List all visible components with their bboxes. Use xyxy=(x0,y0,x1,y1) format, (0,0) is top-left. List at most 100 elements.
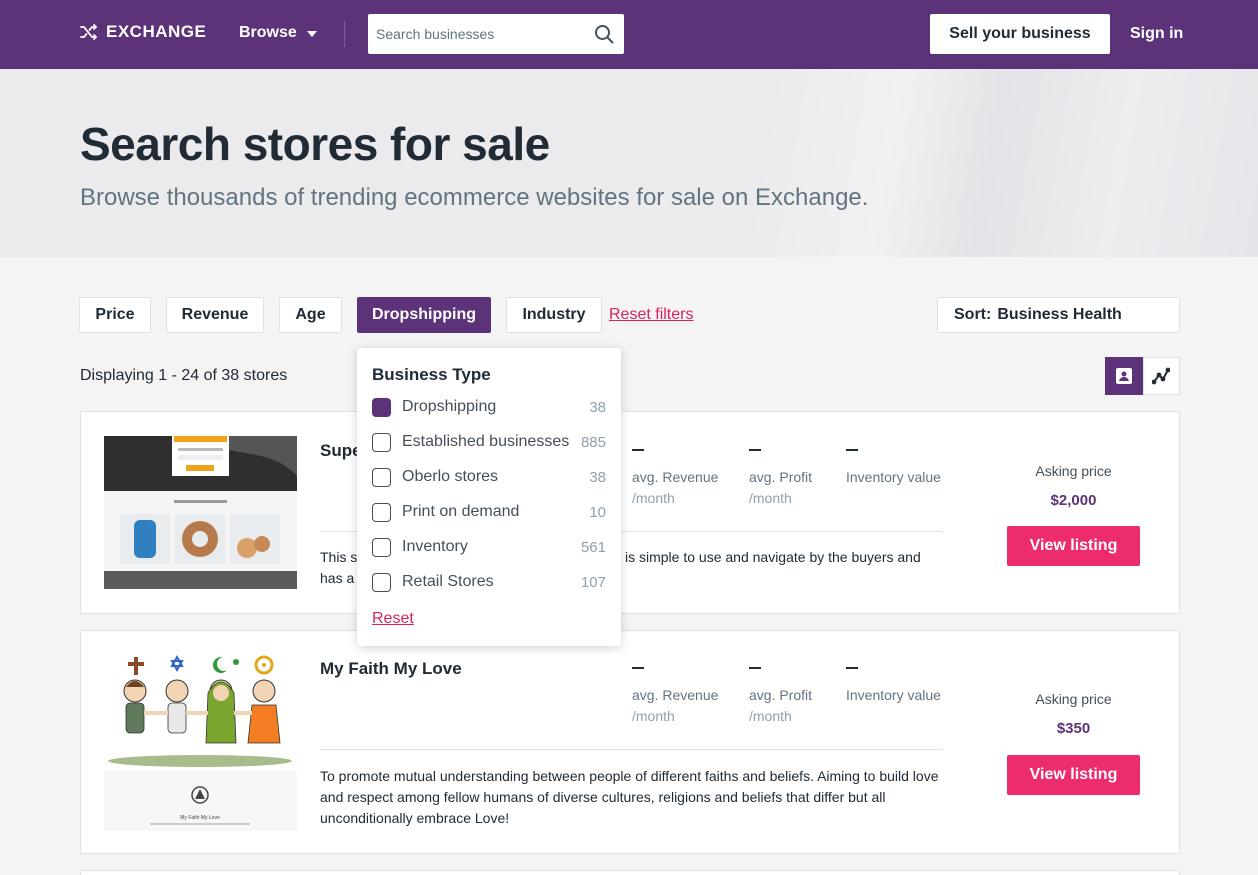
chart-view-button[interactable] xyxy=(1142,357,1180,395)
profit-stat: avg. Profit /month xyxy=(749,449,812,509)
filter-revenue-button[interactable]: Revenue xyxy=(166,297,264,333)
checkbox-checked[interactable] xyxy=(372,397,391,417)
search-icon[interactable] xyxy=(594,24,614,44)
sort-label: Sort: xyxy=(954,306,992,323)
sign-in-link[interactable]: Sign in xyxy=(1130,25,1183,43)
sort-value: Business Health xyxy=(997,306,1122,323)
asking-price-label: Asking price xyxy=(1035,463,1112,479)
filter-industry-button[interactable]: Industry xyxy=(506,297,602,333)
sell-your-business-button[interactable]: Sell your business xyxy=(930,14,1110,54)
nav-divider xyxy=(344,21,345,47)
view-listing-button[interactable]: View listing xyxy=(1007,755,1140,795)
option-count: 561 xyxy=(580,538,606,556)
checkbox[interactable] xyxy=(372,537,391,557)
checkbox[interactable] xyxy=(372,467,391,487)
reset-filters-link[interactable]: Reset filters xyxy=(609,306,693,324)
view-listing-button[interactable]: View listing xyxy=(1007,526,1140,566)
sort-select[interactable]: Sort: Business Health xyxy=(937,297,1180,333)
profit-sub: /month xyxy=(749,708,792,724)
inventory-stat: Inventory value xyxy=(846,667,941,706)
profit-label: avg. Profit xyxy=(749,687,813,703)
checkbox[interactable] xyxy=(372,432,391,452)
faith-illustration-image: My Faith My Love xyxy=(104,653,297,831)
inventory-label: Inventory value xyxy=(846,687,941,703)
page-subtitle: Browse thousands of trending ecommerce w… xyxy=(80,184,869,211)
card-divider xyxy=(320,749,943,750)
option-count: 38 xyxy=(589,398,606,416)
checkbox[interactable] xyxy=(372,502,391,522)
dash-icon xyxy=(632,667,644,669)
store-screenshot-image xyxy=(104,436,297,589)
browse-label: Browse xyxy=(239,24,297,41)
inventory-label: Inventory value xyxy=(846,469,941,485)
option-label: Retail Stores xyxy=(402,573,494,590)
dash-icon xyxy=(749,449,761,451)
revenue-sub: /month xyxy=(632,490,675,506)
dash-icon xyxy=(846,449,858,451)
search-input[interactable] xyxy=(368,14,588,54)
listing-card xyxy=(80,870,1180,875)
revenue-stat: avg. Revenue /month xyxy=(632,667,718,727)
filter-age-button[interactable]: Age xyxy=(279,297,342,333)
listing-title[interactable]: Supe xyxy=(320,441,362,461)
caret-down-icon xyxy=(306,31,317,37)
filter-dropshipping-button[interactable]: Dropshipping xyxy=(357,297,491,333)
option-print-on-demand[interactable]: Print on demand 10 xyxy=(372,501,606,523)
desc-fragment: This s xyxy=(320,549,358,565)
inventory-stat: Inventory value xyxy=(846,449,941,488)
page-title: Search stores for sale xyxy=(80,118,550,170)
listing-card: My Faith My Love My Faith My Love avg. R… xyxy=(80,630,1180,854)
thumbnail-caption: My Faith My Love xyxy=(180,815,220,821)
desc-fragment: is simple to use and navigate by the buy… xyxy=(625,549,921,565)
dash-icon xyxy=(749,667,761,669)
option-count: 885 xyxy=(580,433,606,451)
option-dropshipping[interactable]: Dropshipping 38 xyxy=(372,396,606,418)
logo-text: EXCHANGE xyxy=(106,22,207,41)
option-label: Inventory xyxy=(402,538,468,555)
dash-icon xyxy=(632,449,644,451)
hero-banner: Search stores for sale Browse thousands … xyxy=(0,69,1258,257)
option-label: Established businesses xyxy=(402,433,570,450)
listing-card: Supe avg. Revenue /month avg. Profit /mo… xyxy=(80,411,1180,614)
profit-label: avg. Profit xyxy=(749,469,813,485)
listing-thumbnail[interactable] xyxy=(104,436,297,589)
listing-title[interactable]: My Faith My Love xyxy=(320,659,462,679)
option-count: 38 xyxy=(589,468,606,486)
asking-price-value: $350 xyxy=(1056,720,1091,737)
exchange-logo[interactable]: EXCHANGE xyxy=(80,22,206,42)
option-established-businesses[interactable]: Established businesses 885 xyxy=(372,431,606,453)
option-label: Dropshipping xyxy=(402,398,497,415)
checkbox[interactable] xyxy=(372,572,391,592)
revenue-label: avg. Revenue xyxy=(632,687,719,703)
asking-price-label: Asking price xyxy=(1035,691,1112,707)
option-count: 107 xyxy=(580,573,606,591)
business-type-dropdown: Business Type Dropshipping 38 Establishe… xyxy=(357,348,621,646)
revenue-label: avg. Revenue xyxy=(632,469,719,485)
listing-description: To promote mutual understanding between … xyxy=(320,768,939,826)
option-inventory[interactable]: Inventory 561 xyxy=(372,536,606,558)
image-icon xyxy=(1115,368,1132,384)
profit-stat: avg. Profit /month xyxy=(749,667,812,727)
trend-line-icon xyxy=(1152,367,1171,385)
revenue-stat: avg. Revenue /month xyxy=(632,449,718,509)
option-retail-stores[interactable]: Retail Stores 107 xyxy=(372,571,606,593)
option-count: 10 xyxy=(589,503,606,521)
revenue-sub: /month xyxy=(632,708,675,724)
view-toggle xyxy=(1105,357,1180,395)
asking-price-value: $2,000 xyxy=(1050,492,1097,509)
listing-thumbnail[interactable]: My Faith My Love xyxy=(104,653,297,831)
top-nav-bar: EXCHANGE Browse Sell your business Sign … xyxy=(0,0,1258,69)
option-label: Print on demand xyxy=(402,503,520,520)
desc-fragment: has a xyxy=(320,570,355,586)
shuffle-icon xyxy=(80,24,97,40)
browse-menu[interactable]: Browse xyxy=(239,24,317,42)
dropdown-reset-link[interactable]: Reset xyxy=(372,610,414,628)
dropdown-heading: Business Type xyxy=(372,365,491,384)
option-label: Oberlo stores xyxy=(402,468,499,485)
filter-price-button[interactable]: Price xyxy=(79,297,151,333)
search-box xyxy=(368,14,624,54)
dash-icon xyxy=(846,667,858,669)
grid-view-button[interactable] xyxy=(1105,357,1143,395)
option-oberlo-stores[interactable]: Oberlo stores 38 xyxy=(372,466,606,488)
profit-sub: /month xyxy=(749,490,792,506)
